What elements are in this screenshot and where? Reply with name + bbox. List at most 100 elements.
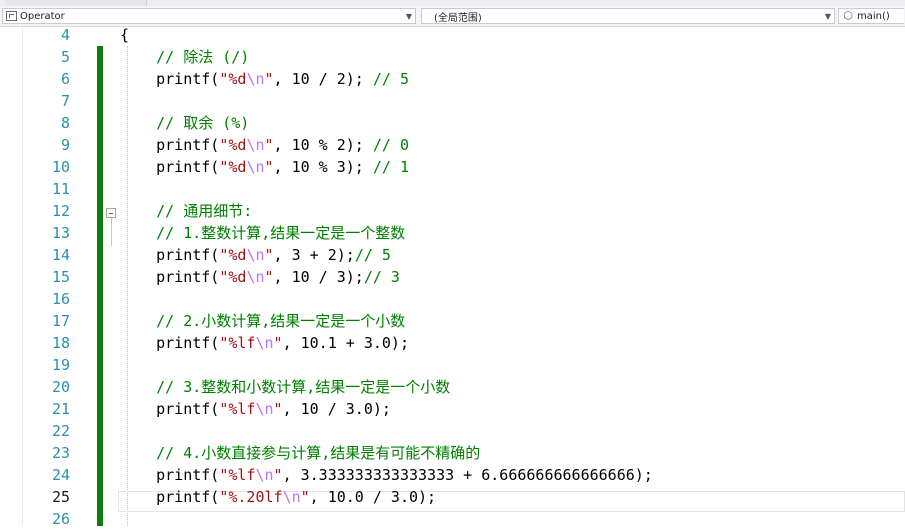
chevron-down-icon: ▼ bbox=[405, 11, 413, 21]
code-text: { bbox=[120, 24, 129, 46]
code-line[interactable]: 4{ bbox=[0, 24, 905, 46]
string-token: " bbox=[264, 70, 274, 88]
code-token: , 10.0 / 3.0); bbox=[309, 488, 437, 506]
code-token: , 10 / 3.0); bbox=[282, 400, 391, 418]
code-token: { bbox=[120, 26, 130, 44]
string-token: " bbox=[273, 400, 283, 418]
code-line[interactable]: 22 bbox=[0, 420, 905, 442]
code-line[interactable]: 24 printf("%lf\n", 3.333333333333333 + 6… bbox=[0, 464, 905, 486]
comment-token: // 除法 (/) bbox=[156, 48, 250, 66]
code-line[interactable]: 12 // 通用细节: bbox=[0, 200, 905, 222]
code-line[interactable]: 16 bbox=[0, 288, 905, 310]
code-text: printf("%d\n", 10 / 2); // 5 bbox=[120, 68, 409, 90]
escape-token: \n bbox=[246, 70, 265, 88]
code-token: , 10 / 2); bbox=[273, 70, 373, 88]
escape-token: \n bbox=[246, 158, 265, 176]
line-number: 24 bbox=[51, 466, 70, 484]
code-line[interactable]: 26 bbox=[0, 508, 905, 530]
code-token: , 3.333333333333333 + 6.666666666666666)… bbox=[282, 466, 653, 484]
escape-token: \n bbox=[246, 136, 265, 154]
code-text: printf("%d\n", 10 % 2); // 0 bbox=[120, 134, 409, 156]
code-line[interactable]: 15 printf("%d\n", 10 / 3);// 3 bbox=[0, 266, 905, 288]
comment-token: // 取余 (%) bbox=[156, 114, 250, 132]
comment-token: // 1.整数计算,结果一定是一个整数 bbox=[156, 224, 406, 242]
line-number: 19 bbox=[51, 356, 70, 374]
code-text: // 除法 (/) bbox=[120, 46, 249, 68]
scope-dropdown[interactable]: (全局范围) ▼ bbox=[421, 8, 835, 24]
string-token: " bbox=[300, 488, 310, 506]
code-text: // 4.小数直接参与计算,结果是有可能不精确的 bbox=[120, 442, 480, 464]
line-number: 26 bbox=[51, 510, 70, 528]
line-number: 16 bbox=[51, 290, 70, 308]
code-token: , 10.1 + 3.0); bbox=[282, 334, 409, 352]
escape-token: \n bbox=[255, 466, 274, 484]
code-line[interactable]: 23 // 4.小数直接参与计算,结果是有可能不精确的 bbox=[0, 442, 905, 464]
escape-token: \n bbox=[255, 334, 274, 352]
line-number: 13 bbox=[51, 224, 70, 242]
string-token: " bbox=[264, 246, 274, 264]
code-text: printf("%lf\n", 10 / 3.0); bbox=[120, 398, 391, 420]
code-line[interactable]: 14 printf("%d\n", 3 + 2);// 5 bbox=[0, 244, 905, 266]
line-number: 7 bbox=[60, 92, 70, 110]
line-number: 11 bbox=[51, 180, 70, 198]
comment-token: // 4.小数直接参与计算,结果是有可能不精确的 bbox=[156, 444, 481, 462]
string-token: "%d bbox=[219, 158, 247, 176]
code-line[interactable]: 17 // 2.小数计算,结果一定是一个小数 bbox=[0, 310, 905, 332]
comment-token: // 通用细节: bbox=[156, 202, 253, 220]
code-text: // 取余 (%) bbox=[120, 112, 249, 134]
line-number: 4 bbox=[60, 26, 70, 44]
code-line[interactable]: 8 // 取余 (%) bbox=[0, 112, 905, 134]
code-token: printf( bbox=[120, 488, 220, 506]
code-text: // 3.整数和小数计算,结果一定是一个小数 bbox=[120, 376, 450, 398]
code-line[interactable]: 25 printf("%.20lf\n", 10.0 / 3.0); bbox=[0, 486, 905, 508]
comment-token: // 0 bbox=[372, 136, 409, 154]
code-text: printf("%d\n", 10 / 3);// 3 bbox=[120, 266, 400, 288]
code-line[interactable]: 7 bbox=[0, 90, 905, 112]
code-line[interactable]: 5 // 除法 (/) bbox=[0, 46, 905, 68]
code-token: printf( bbox=[120, 334, 220, 352]
line-number: 17 bbox=[51, 312, 70, 330]
line-number: 21 bbox=[51, 400, 70, 418]
code-text: printf("%.20lf\n", 10.0 / 3.0); bbox=[120, 486, 436, 508]
code-token: printf( bbox=[120, 158, 220, 176]
code-token: printf( bbox=[120, 136, 220, 154]
string-token: " bbox=[273, 466, 283, 484]
code-token: , 10 % 2); bbox=[273, 136, 373, 154]
string-token: "%d bbox=[219, 268, 247, 286]
code-line[interactable]: 6 printf("%d\n", 10 / 2); // 5 bbox=[0, 68, 905, 90]
comment-token: // 3.整数和小数计算,结果一定是一个小数 bbox=[156, 378, 451, 396]
project-dropdown[interactable]: Operator ▼ bbox=[2, 8, 416, 24]
code-text: printf("%lf\n", 10.1 + 3.0); bbox=[120, 332, 409, 354]
code-line[interactable]: 11 bbox=[0, 178, 905, 200]
string-token: " bbox=[264, 268, 274, 286]
line-number: 25 bbox=[51, 488, 70, 506]
code-line[interactable]: 10 printf("%d\n", 10 % 3); // 1 bbox=[0, 156, 905, 178]
code-line[interactable]: 18 printf("%lf\n", 10.1 + 3.0); bbox=[0, 332, 905, 354]
code-text: // 通用细节: bbox=[120, 200, 252, 222]
member-dropdown[interactable]: ⬡ main() bbox=[838, 8, 904, 24]
string-token: "%lf bbox=[219, 400, 256, 418]
line-number: 10 bbox=[51, 158, 70, 176]
line-number: 9 bbox=[60, 136, 70, 154]
chevron-down-icon: ▼ bbox=[824, 11, 832, 21]
code-line[interactable]: 21 printf("%lf\n", 10 / 3.0); bbox=[0, 398, 905, 420]
code-text: // 2.小数计算,结果一定是一个小数 bbox=[120, 310, 405, 332]
code-line[interactable]: 19 bbox=[0, 354, 905, 376]
code-line[interactable]: 9 printf("%d\n", 10 % 2); // 0 bbox=[0, 134, 905, 156]
code-token: printf( bbox=[120, 70, 220, 88]
code-text: printf("%lf\n", 3.333333333333333 + 6.66… bbox=[120, 464, 653, 486]
code-text: printf("%d\n", 3 + 2);// 5 bbox=[120, 244, 391, 266]
string-token: "%lf bbox=[219, 334, 256, 352]
line-number: 15 bbox=[51, 268, 70, 286]
code-line[interactable]: 20 // 3.整数和小数计算,结果一定是一个小数 bbox=[0, 376, 905, 398]
code-line[interactable]: 13 // 1.整数计算,结果一定是一个整数 bbox=[0, 222, 905, 244]
escape-token: \n bbox=[282, 488, 301, 506]
comment-token: // 5 bbox=[372, 70, 409, 88]
code-editor[interactable]: 4{5 // 除法 (/) 6 printf("%d\n", 10 / 2); /… bbox=[0, 24, 905, 528]
